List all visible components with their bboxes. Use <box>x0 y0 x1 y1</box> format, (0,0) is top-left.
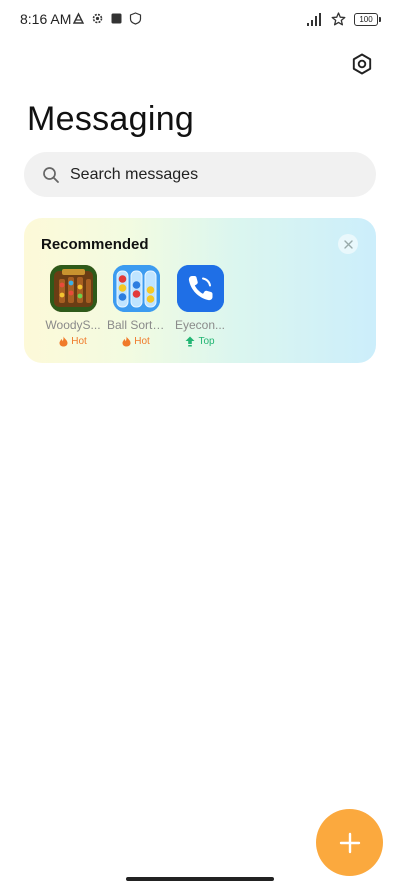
app-name: Eyecon... <box>174 318 226 332</box>
plus-icon <box>339 832 360 853</box>
app-name: Ball Sort:... <box>107 318 165 332</box>
ball-sort-icon <box>112 265 160 312</box>
phone-icon <box>176 265 224 312</box>
app-badge-label: Hot <box>134 336 150 347</box>
recommended-app-ball-sort[interactable]: Ball Sort:... Hot <box>104 265 168 347</box>
close-icon <box>343 239 353 249</box>
fire-icon <box>122 336 131 347</box>
search-input[interactable] <box>70 165 350 184</box>
status-right-icons: 100 <box>307 12 381 26</box>
recommended-title: Recommended <box>41 236 149 253</box>
battery-icon: 100 <box>354 12 381 26</box>
status-bar: 8:16 AM 100 <box>0 0 400 40</box>
messaging-screen: 8:16 AM 100 Messaging Search messages Re… <box>0 0 400 888</box>
app-name: WoodyS... <box>45 318 101 332</box>
settings-status-icon <box>92 13 103 24</box>
square-status-icon <box>111 13 122 24</box>
app-badge-label: Hot <box>71 336 87 347</box>
app-badge-hot: Hot <box>104 336 168 347</box>
app-badge-top: Top <box>168 336 232 347</box>
arrow-up-icon <box>185 336 195 347</box>
app-badge-label: Top <box>198 336 215 347</box>
recommended-card: Recommended WoodyS... Hot Ball Sort:... … <box>24 218 376 363</box>
app-badge-hot: Hot <box>41 336 105 347</box>
status-time: 8:16 AM <box>20 11 72 27</box>
settings-button[interactable] <box>348 50 376 78</box>
recommended-app-eyecon[interactable]: Eyecon... Top <box>168 265 232 347</box>
gesture-navigation-handle[interactable] <box>126 877 274 881</box>
cell-signal-icon <box>307 12 321 26</box>
woody-game-icon <box>49 265 97 312</box>
recommended-app-woody[interactable]: WoodyS... Hot <box>41 265 105 347</box>
status-notification-icons <box>72 12 142 25</box>
signal-app-icon <box>72 12 85 24</box>
gear-icon <box>352 53 372 75</box>
search-icon <box>43 166 59 183</box>
new-message-button[interactable] <box>316 809 383 876</box>
star-icon <box>331 12 346 26</box>
page-title: Messaging <box>27 100 195 138</box>
recommended-close-button[interactable] <box>338 234 358 254</box>
shield-status-icon <box>129 12 142 25</box>
search-bar[interactable] <box>24 152 376 197</box>
fire-icon <box>59 336 68 347</box>
